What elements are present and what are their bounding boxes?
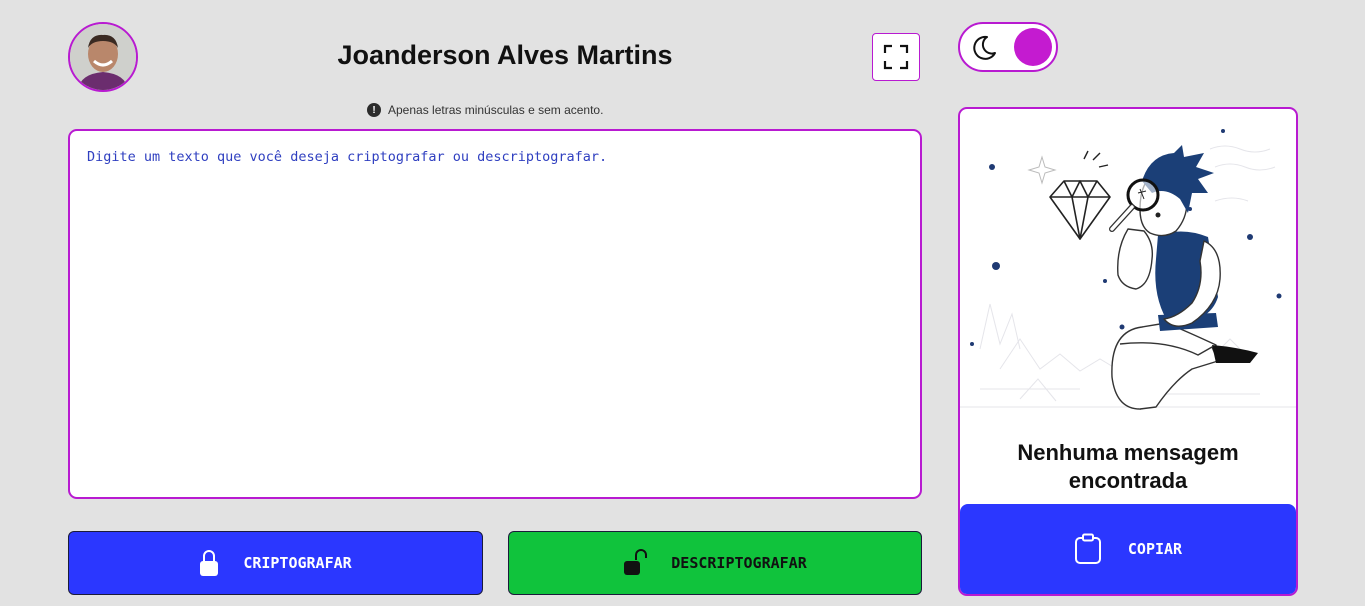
decrypt-button-label: DESCRIPTOGRAFAR — [671, 554, 807, 572]
copy-button[interactable]: COPIAR — [960, 504, 1296, 594]
output-panel: Nenhuma mensagem encontrada COPIAR — [958, 107, 1298, 596]
clipboard-icon — [1074, 533, 1101, 564]
page: Joanderson Alves Martins ! Apenas letras… — [0, 0, 1365, 606]
fullscreen-icon — [883, 44, 909, 70]
avatar — [68, 22, 138, 92]
message-input[interactable] — [70, 131, 920, 497]
empty-message: Nenhuma mensagem encontrada — [1017, 440, 1239, 493]
unlock-icon — [624, 549, 648, 575]
message-input-container — [68, 129, 922, 499]
fullscreen-button[interactable] — [872, 33, 920, 81]
input-hint: ! Apenas letras minúsculas e sem acento. — [367, 103, 603, 117]
exclamation-circle-icon: ! — [367, 103, 381, 117]
encrypt-button-label: CRIPTOGRAFAR — [243, 554, 352, 572]
theme-toggle[interactable] — [958, 22, 1058, 72]
copy-button-label: COPIAR — [1127, 540, 1183, 558]
toggle-knob — [1014, 28, 1052, 66]
decrypt-button[interactable]: DESCRIPTOGRAFAR — [508, 531, 922, 595]
page-title: Joanderson Alves Martins — [337, 40, 673, 70]
hint-text: Apenas letras minúsculas e sem acento. — [388, 103, 604, 117]
detective-illustration — [960, 129, 1296, 410]
lock-icon — [200, 550, 219, 576]
moon-icon — [973, 35, 996, 60]
encrypt-button[interactable]: CRIPTOGRAFAR — [68, 531, 483, 595]
user-photo-icon — [70, 24, 136, 90]
